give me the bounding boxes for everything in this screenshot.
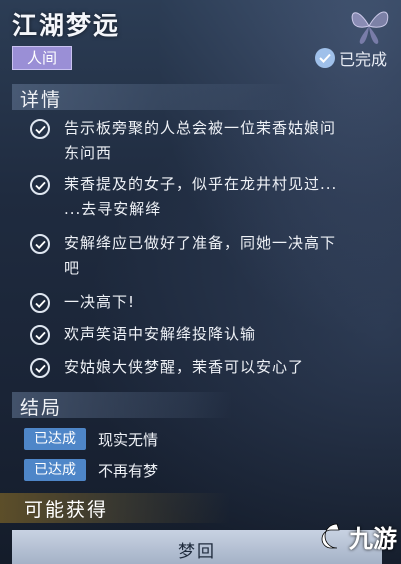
checkmark-icon	[30, 234, 50, 254]
detail-item-1: 告示板旁聚的人总会被一位茉香姑娘问 东问西	[30, 116, 370, 166]
detail-text: ...去寻安解绛	[64, 200, 162, 218]
detail-text: 欢声笑语中安解绛投降认输	[64, 325, 257, 343]
detail-text: 东问西	[64, 144, 113, 162]
checkmark-icon	[30, 175, 50, 195]
butterfly-icon	[351, 11, 389, 44]
detail-text: 安解绛应已做好了准备，同她一决高下	[64, 234, 337, 252]
detail-item-6: 安姑娘大侠梦醒，茉香可以安心了	[30, 355, 370, 380]
detail-text: 吧	[64, 259, 81, 277]
outcome-title: 结局	[20, 397, 63, 419]
check-icon	[314, 48, 335, 68]
detail-text: 告示板旁聚的人总会被一位茉香姑娘问	[64, 119, 337, 137]
detail-item-5: 欢声笑语中安解绛投降认输	[30, 322, 370, 347]
detail-item-3: 安解绛应已做好了准备，同她一决高下吧	[30, 231, 370, 281]
checkmark-icon	[30, 358, 50, 378]
rewards-title: 可能获得	[24, 499, 109, 521]
completed-label: 已完成	[338, 50, 387, 69]
completed-status: 已完成	[314, 46, 387, 70]
watermark-logo: 九游	[311, 518, 397, 554]
ending-row-1: 已达成 现实无情	[24, 428, 158, 450]
detail-text: 茉香提及的女子，似乎在龙井村见过...	[64, 175, 338, 193]
ending-text: 不再有梦	[98, 461, 159, 480]
quest-title: 江湖梦远	[12, 11, 121, 40]
ending-text: 现实无情	[98, 430, 159, 449]
ending-row-2: 已达成 不再有梦	[24, 459, 158, 481]
detail-item-4: 一决高下!	[30, 290, 370, 315]
achieved-badge: 已达成	[24, 428, 86, 450]
checkmark-icon	[30, 325, 50, 345]
details-title: 详情	[20, 89, 63, 111]
realm-tag: 人间	[12, 46, 72, 70]
watermark-text: 九游	[349, 524, 397, 553]
checkmark-icon	[30, 293, 50, 313]
nine-game-logo-icon	[321, 523, 340, 549]
achieved-badge: 已达成	[24, 459, 86, 481]
detail-item-2: 茉香提及的女子，似乎在龙井村见过... ...去寻安解绛	[30, 172, 370, 222]
detail-text: 一决高下!	[64, 293, 136, 311]
checkmark-icon	[30, 119, 50, 139]
detail-text: 安姑娘大侠梦醒，茉香可以安心了	[64, 358, 305, 376]
